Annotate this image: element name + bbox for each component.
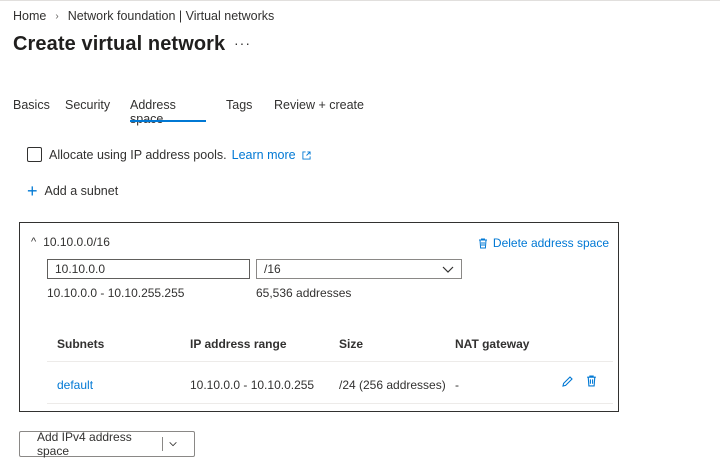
split-divider <box>162 437 163 451</box>
chevron-up-icon[interactable]: ^ <box>31 236 36 248</box>
add-ipv4-address-space-button[interactable]: Add IPv4 address space <box>19 430 195 458</box>
delete-address-space-label: Delete address space <box>492 236 609 250</box>
breadcrumb-virtual-networks[interactable]: Network foundation | Virtual networks <box>68 9 275 23</box>
breadcrumb: Home › Network foundation | Virtual netw… <box>13 9 274 23</box>
address-range-text: 10.10.0.0 - 10.10.255.255 <box>47 286 185 300</box>
subnet-nat-gateway: - <box>455 378 459 392</box>
tab-security[interactable]: Security <box>65 98 130 122</box>
address-space-header[interactable]: ^ 10.10.0.0/16 <box>31 235 110 249</box>
tab-basics[interactable]: Basics <box>13 98 65 122</box>
page-title: Create virtual network <box>13 33 226 55</box>
subnet-name-link[interactable]: default <box>57 378 93 392</box>
chevron-down-icon[interactable] <box>169 441 177 447</box>
learn-more-text: Learn more <box>231 147 296 162</box>
col-header-nat-gateway: NAT gateway <box>455 337 530 351</box>
address-count-text: 65,536 addresses <box>256 286 352 300</box>
add-ipv4-label: Add IPv4 address space <box>37 430 132 458</box>
chevron-right-icon: › <box>55 10 59 22</box>
trash-icon[interactable] <box>586 375 597 387</box>
delete-address-space-button[interactable]: Delete address space <box>478 236 609 250</box>
subnet-ip-range: 10.10.0.0 - 10.10.0.255 <box>190 378 315 392</box>
subnet-size: /24 (256 addresses) <box>339 378 446 392</box>
tab-review-create[interactable]: Review + create <box>274 98 364 122</box>
learn-more-link[interactable]: Learn more <box>232 148 311 162</box>
breadcrumb-home[interactable]: Home <box>13 9 46 23</box>
external-link-icon <box>302 150 311 160</box>
tab-address-space[interactable]: Address space <box>130 98 206 126</box>
edit-icon[interactable] <box>561 375 574 388</box>
subnet-mask-value: /16 <box>264 262 281 276</box>
col-header-ip-range: IP address range <box>190 337 287 351</box>
row-actions <box>561 375 597 388</box>
more-options-icon[interactable]: ··· <box>234 35 251 51</box>
address-space-cidr: 10.10.0.0/16 <box>43 235 110 249</box>
ipam-option: Allocate using IP address pools. Learn m… <box>27 147 311 162</box>
col-header-size: Size <box>339 337 364 351</box>
add-subnet-button[interactable]: + Add a subnet <box>27 181 119 201</box>
table-divider <box>47 361 613 362</box>
chevron-down-icon <box>442 266 454 273</box>
table-bottom-divider <box>47 403 613 404</box>
ipam-checkbox[interactable] <box>27 147 42 162</box>
ipam-label: Allocate using IP address pools. <box>49 147 227 162</box>
trash-icon <box>478 238 487 248</box>
plus-icon: + <box>27 181 38 201</box>
tab-bar: Basics Security Address space Tags Revie… <box>13 98 364 126</box>
address-space-panel: ^ 10.10.0.0/16 Delete address space /16 … <box>19 222 619 412</box>
col-header-subnets: Subnets <box>57 337 105 351</box>
add-subnet-label: Add a subnet <box>44 184 119 198</box>
tab-tags[interactable]: Tags <box>226 98 274 122</box>
subnet-mask-dropdown[interactable]: /16 <box>256 259 462 279</box>
top-divider <box>0 0 720 1</box>
ip-address-input[interactable] <box>47 259 250 279</box>
